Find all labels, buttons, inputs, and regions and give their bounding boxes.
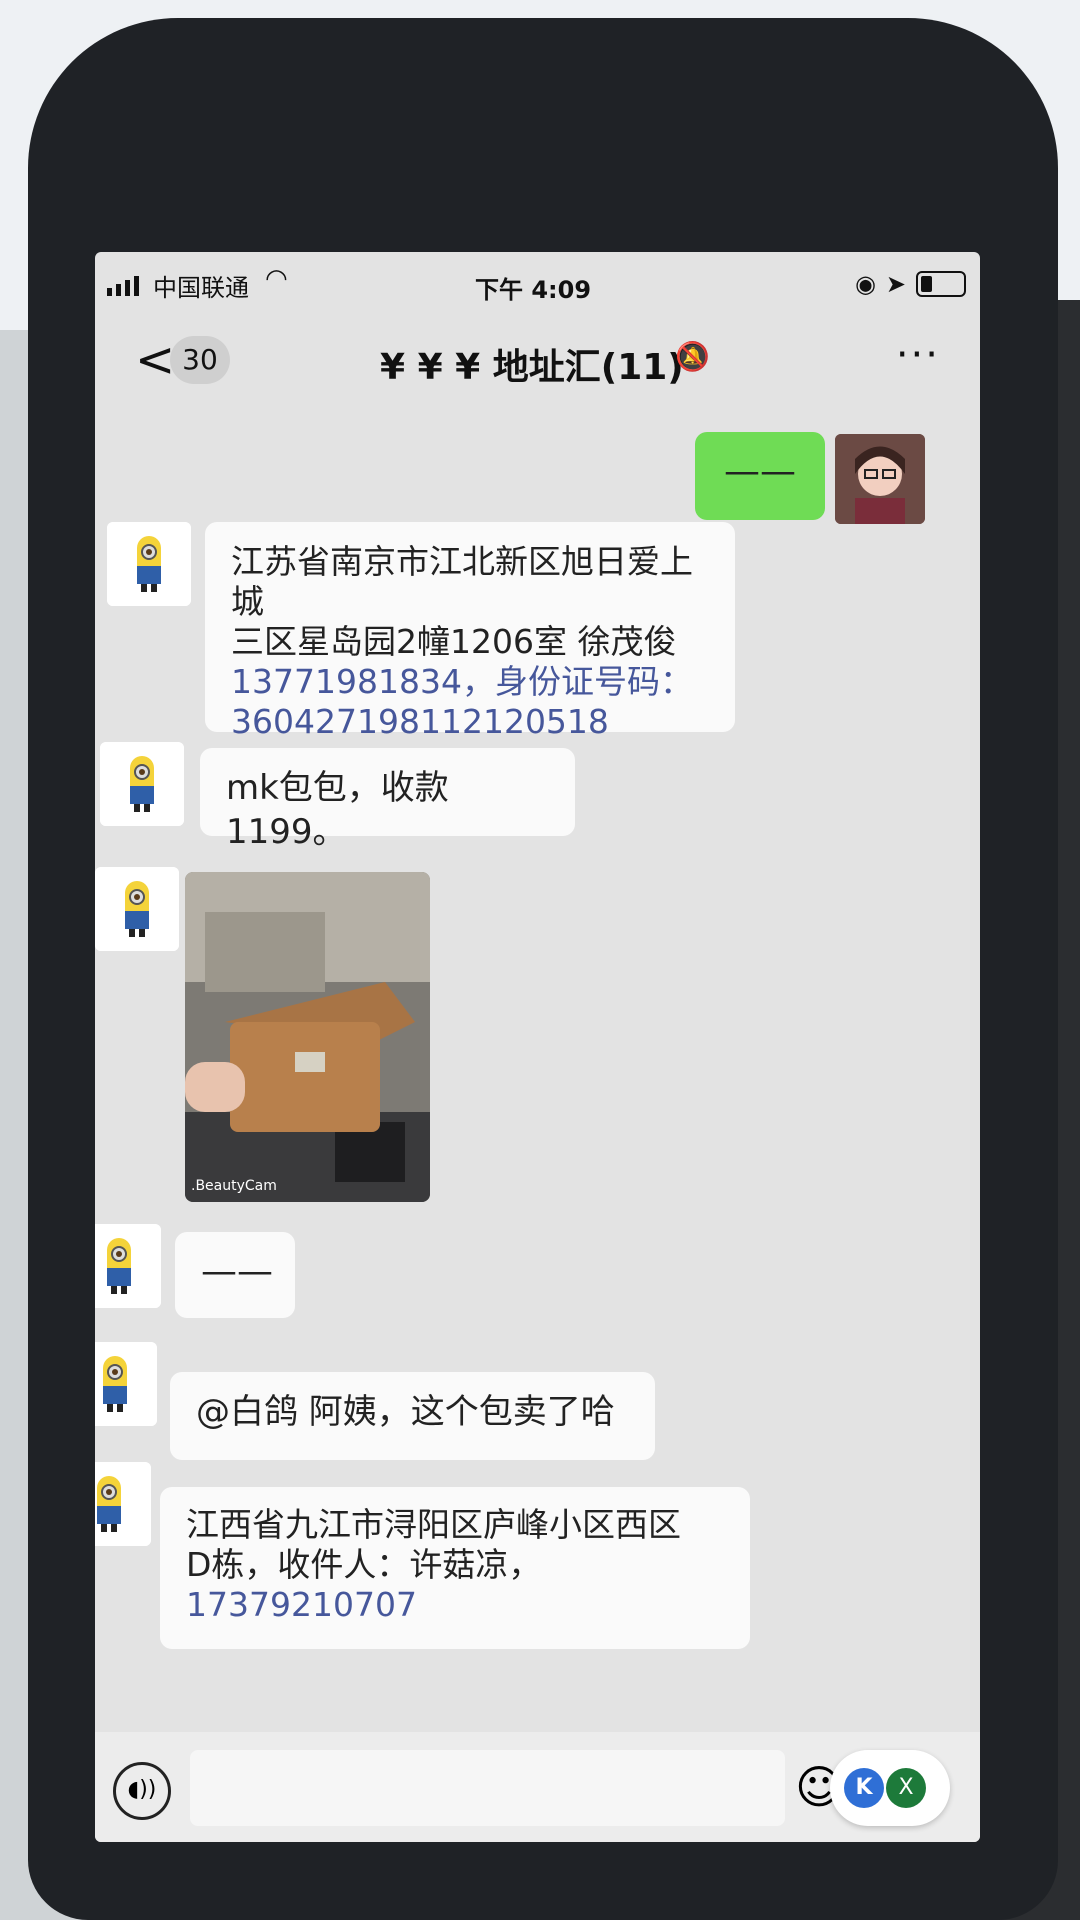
location-icon: ➤ [885, 270, 906, 298]
more-options-button[interactable]: ··· [896, 332, 940, 378]
message-bubble[interactable]: @白鸽 阿姨，这个包卖了哈 [170, 1372, 655, 1460]
input-bar: ◖)) ☺ K X [95, 1732, 980, 1842]
minion-avatar[interactable] [95, 1342, 157, 1426]
minion-avatar[interactable] [95, 1224, 161, 1308]
minion-avatar[interactable] [107, 522, 191, 606]
unread-badge[interactable]: 30 [170, 336, 230, 384]
message-bubble[interactable]: —— [175, 1232, 295, 1318]
minion-icon [95, 1342, 157, 1426]
signal-icon [107, 276, 139, 296]
phone-number[interactable]: 17379210707 [186, 1585, 724, 1625]
message-bubble[interactable]: mk包包，收款1199。 [200, 748, 575, 852]
svg-text:.BeautyCam: .BeautyCam [191, 1178, 277, 1194]
message-bubble[interactable]: 江苏省南京市江北新区旭日爱上城 三区星岛园2幢1206室 徐茂俊 1377198… [205, 522, 735, 741]
bag-photo[interactable]: .BeautyCam [185, 872, 430, 1202]
bag-image-icon: .BeautyCam [185, 872, 430, 1202]
close-icon[interactable]: X [886, 1768, 926, 1808]
carrier-name: 中国联通 [153, 274, 249, 302]
battery-icon [916, 271, 966, 297]
id-number[interactable]: 360427198112120518 [231, 702, 709, 742]
minion-avatar[interactable] [100, 742, 184, 826]
minion-icon [100, 742, 184, 826]
minion-icon [95, 1224, 161, 1308]
minion-avatar[interactable] [95, 1462, 151, 1546]
assistant-icon[interactable]: K [844, 1768, 884, 1808]
self-avatar[interactable] [835, 434, 925, 524]
message-bubble[interactable]: 江西省九江市浔阳区庐峰小区西区 D栋，收件人：许菇凉， 17379210707 [160, 1487, 750, 1649]
mute-bell-icon: 🔕 [675, 340, 710, 373]
phone-number[interactable]: 13771981834，身份证号码： [231, 662, 709, 702]
status-bar: 中国联通 ◠ 下午 4:09 ◉ ➤ [95, 252, 980, 312]
minion-icon [95, 1462, 151, 1546]
message-input[interactable] [190, 1750, 785, 1826]
minion-icon [95, 867, 179, 951]
message-list[interactable]: —— 江苏省南京市江北新区旭日爱上城 三区星岛园2幢1206室 徐茂俊 1377… [95, 412, 980, 1712]
floating-overlay-button[interactable]: K X [830, 1750, 950, 1826]
voice-icon[interactable]: ◖)) [113, 1762, 171, 1820]
chat-screen: 中国联通 ◠ 下午 4:09 ◉ ➤ < 30 ¥ ¥ ¥ 地址汇(11) 🔕 … [95, 252, 980, 1842]
rotation-lock-icon: ◉ [854, 270, 876, 298]
message-bubble-self[interactable]: —— [695, 432, 825, 520]
minion-avatar[interactable] [95, 867, 179, 951]
minion-icon [107, 522, 191, 606]
chat-title: ¥ ¥ ¥ 地址汇(11) [380, 347, 684, 388]
wifi-icon: ◠ [265, 264, 288, 294]
chat-header: < 30 ¥ ¥ ¥ 地址汇(11) 🔕 ··· [95, 312, 980, 412]
clock: 下午 4:09 [475, 276, 592, 304]
